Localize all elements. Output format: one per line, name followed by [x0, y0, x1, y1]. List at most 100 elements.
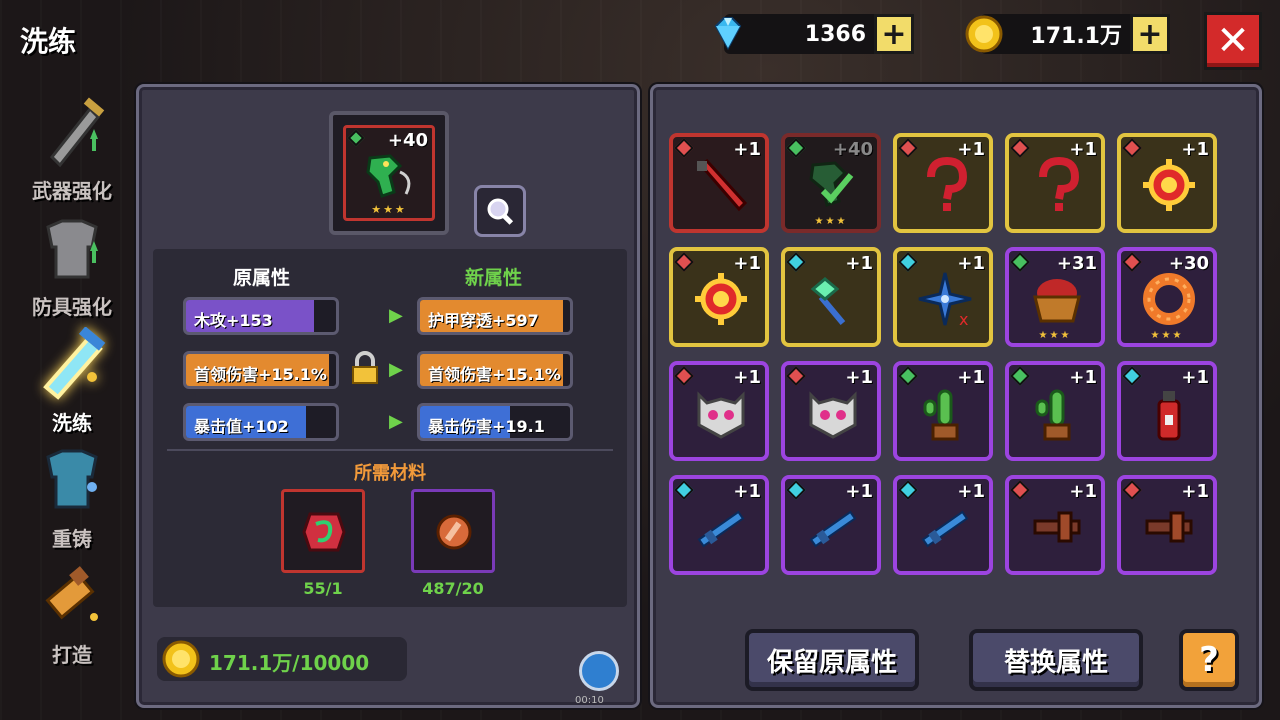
- add-gems-button[interactable]: +: [874, 14, 914, 54]
- gem-marker-icon: [898, 366, 918, 386]
- inventory-slot[interactable]: +1: [1117, 475, 1217, 575]
- lock-icon[interactable]: [349, 351, 381, 385]
- inventory-slot[interactable]: +31 ★★★: [1005, 247, 1105, 347]
- gem-marker-icon: [1122, 138, 1142, 158]
- red-crossbow-icon: [1033, 511, 1081, 543]
- close-button[interactable]: ✕: [1204, 12, 1262, 70]
- record-time: 00:10: [575, 695, 604, 706]
- original-attr-title: 原属性: [233, 267, 291, 289]
- cost-amount: 171.1万/10000: [209, 651, 370, 675]
- gem-amount: 1366: [804, 21, 866, 47]
- gold-coin-icon: [162, 640, 200, 678]
- sidebar-item-armor-upgrade[interactable]: 防具强化: [12, 212, 132, 328]
- gem-marker-icon: [1010, 366, 1030, 386]
- inventory-slot[interactable]: +1: [1005, 133, 1105, 233]
- sidebar-item-label: 打造: [52, 643, 92, 667]
- inventory-slot[interactable]: +1: [781, 247, 881, 347]
- gem-marker-icon: [786, 252, 806, 272]
- new-attr-row: 首领伤害+15.1%: [417, 351, 573, 389]
- inventory-slot[interactable]: +1: [1117, 361, 1217, 461]
- inventory-slot[interactable]: +1: [1005, 475, 1105, 575]
- gem-marker-icon: [1010, 480, 1030, 500]
- inventory-slot[interactable]: +1: [1117, 133, 1217, 233]
- sidebar-item-weapon-upgrade[interactable]: 武器强化: [12, 96, 132, 212]
- record-button[interactable]: [579, 651, 619, 691]
- green-staff-icon: [810, 277, 846, 325]
- inventory-slot[interactable]: +1: [669, 247, 769, 347]
- blue-rifle-icon: [697, 510, 745, 548]
- svg-text:x: x: [959, 310, 968, 327]
- pink-eye-helmet-icon: [697, 391, 745, 439]
- red-sword-icon: [697, 159, 748, 212]
- arrow-right-icon: ▶: [389, 359, 403, 380]
- inventory-slot[interactable]: +30 ★★★: [1117, 247, 1217, 347]
- keep-original-button[interactable]: 保留原属性: [745, 629, 919, 691]
- serpent-bow-icon: [809, 161, 854, 207]
- gem-marker-icon: [1122, 366, 1142, 386]
- materials-title: 所需材料: [354, 463, 426, 484]
- sidebar-item-label: 重铸: [52, 527, 92, 551]
- material-slot[interactable]: [411, 489, 495, 573]
- divider: [167, 449, 613, 451]
- new-attr-title: 新属性: [465, 267, 523, 289]
- sidebar-item-label: 洗练: [52, 411, 92, 435]
- original-attr-row: 首领伤害+15.1%: [183, 351, 339, 389]
- forge-icon: [32, 559, 112, 635]
- inventory-grid: +1 +40 ★★★ +1 +1 +1 +1 +1 +1 x +31 ★★★ +30 ★★★ +1 +1 +1 +…: [669, 133, 1239, 585]
- selected-equipment-slot[interactable]: +40 ★★★: [329, 111, 449, 235]
- gem-counter: 1366 +: [714, 14, 914, 54]
- diamond-icon: [708, 14, 748, 54]
- add-gold-button[interactable]: +: [1130, 14, 1170, 54]
- material-count: 487/20: [422, 579, 484, 598]
- sidebar-item-refine[interactable]: 洗练: [12, 326, 132, 444]
- red-hook-icon: [1039, 157, 1080, 211]
- inventory-slot[interactable]: +40 ★★★: [781, 133, 881, 233]
- inventory-slot[interactable]: +1: [893, 475, 993, 575]
- equipment-stars: ★★★: [371, 203, 407, 216]
- arrow-right-icon: ▶: [389, 305, 403, 326]
- inventory-panel: +1 +40 ★★★ +1 +1 +1 +1 +1 +1 x +31 ★★★ +30 ★★★ +1 +1 +1 +…: [650, 84, 1262, 708]
- pink-eye-helmet-icon: [809, 391, 857, 439]
- blue-rifle-icon: [809, 510, 857, 548]
- inventory-slot[interactable]: +1: [893, 133, 993, 233]
- green-gem-icon: [347, 129, 365, 147]
- serpent-gem-icon: [302, 512, 346, 552]
- gem-marker-icon: [898, 252, 918, 272]
- page-title: 洗练: [20, 25, 77, 58]
- gem-marker-icon: [786, 366, 806, 386]
- sun-orb-icon: [1143, 159, 1195, 211]
- red-crossbow-icon: [1145, 511, 1193, 543]
- inventory-slot[interactable]: +1: [781, 361, 881, 461]
- sidebar-item-label: 武器强化: [32, 179, 112, 203]
- sidebar-item-forge[interactable]: 打造: [12, 560, 132, 676]
- new-attr-row: 暴击伤害+19.1: [417, 403, 573, 441]
- arrow-right-icon: ▶: [389, 411, 403, 432]
- gem-marker-icon: [786, 480, 806, 500]
- inspect-button[interactable]: [474, 185, 526, 237]
- crystal-sword-icon: [32, 326, 112, 403]
- gold-coin-icon: [964, 14, 1004, 54]
- green-serpent-bow-icon: [366, 154, 411, 198]
- inventory-slot[interactable]: +1: [781, 475, 881, 575]
- gem-marker-icon: [1122, 480, 1142, 500]
- inventory-slot[interactable]: +1: [669, 361, 769, 461]
- new-attr-row: 护甲穿透+597: [417, 297, 573, 335]
- attribute-compare: 原属性 新属性 木攻+153 首领伤害+15.1% 暴击值+102 ▶ ▶ ▶ …: [153, 249, 627, 607]
- inventory-slot[interactable]: +1: [893, 361, 993, 461]
- material-count: 55/1: [303, 579, 343, 598]
- gem-marker-icon: [1010, 138, 1030, 158]
- gem-marker-icon: [898, 480, 918, 500]
- sidebar-item-recast[interactable]: 重铸: [12, 444, 132, 560]
- inventory-slot[interactable]: +1: [1005, 361, 1105, 461]
- cactus-icon: [923, 389, 959, 441]
- gem-marker-icon: [674, 366, 694, 386]
- sword-icon: [32, 95, 112, 171]
- inventory-slot[interactable]: +1: [669, 475, 769, 575]
- material-slot[interactable]: [281, 489, 365, 573]
- inventory-slot[interactable]: +1 x: [893, 247, 993, 347]
- item-stars: ★★★: [1038, 330, 1072, 341]
- sidebar-item-label: 防具强化: [32, 295, 112, 319]
- replace-attr-button[interactable]: 替换属性: [969, 629, 1143, 691]
- help-button[interactable]: ?: [1179, 629, 1239, 691]
- inventory-slot[interactable]: +1: [669, 133, 769, 233]
